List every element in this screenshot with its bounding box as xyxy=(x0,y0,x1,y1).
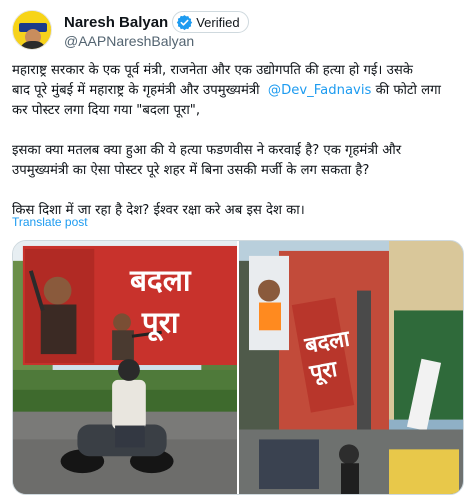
verified-label: Verified xyxy=(196,14,240,30)
tweet-line-text: की फोटो लगा xyxy=(375,83,441,98)
tweet-line: बाद पूरे मुंबई में महाराष्ट्र के गृहमंत्… xyxy=(12,81,464,101)
poster-text-1: बदला xyxy=(129,264,192,299)
avatar[interactable] xyxy=(12,10,52,50)
media-photo-2[interactable]: बदला पूरा xyxy=(239,241,463,494)
verified-check-icon xyxy=(176,14,193,31)
tweet-media: बदला पूरा बदला पूरा xyxy=(12,240,464,495)
translate-post-link[interactable]: Translate post xyxy=(12,215,88,229)
tweet-line: उपमुख्यमंत्री का ऐसा पोस्टर पूरे शहर में… xyxy=(12,163,370,178)
tweet-header: Naresh Balyan Verified @AAPNareshBalyan xyxy=(12,10,462,50)
media-photo-1[interactable]: बदला पूरा xyxy=(13,241,239,494)
verified-badge[interactable]: Verified xyxy=(172,11,249,33)
tweet-line: महाराष्ट्र सरकार के एक पूर्व मंत्री, राज… xyxy=(12,63,413,78)
author-handle[interactable]: @AAPNareshBalyan xyxy=(64,33,194,49)
tweet-text: महाराष्ट्र सरकार के एक पूर्व मंत्री, राज… xyxy=(12,61,464,221)
author-name-row: Naresh Balyan Verified xyxy=(64,11,249,33)
tweet-line: कर पोस्टर लगा दिया गया "बदला पूरा", xyxy=(12,103,201,118)
poster-text-2: पूरा xyxy=(141,305,180,341)
author-name[interactable]: Naresh Balyan xyxy=(64,14,168,31)
mention-link[interactable]: @Dev_Fadnavis xyxy=(268,83,371,98)
tweet-line-text: बाद पूरे मुंबई में महाराष्ट्र के गृहमंत्… xyxy=(12,83,260,98)
tweet-line: इसका क्या मतलब क्या हुआ की ये हत्या फडणव… xyxy=(12,143,402,158)
